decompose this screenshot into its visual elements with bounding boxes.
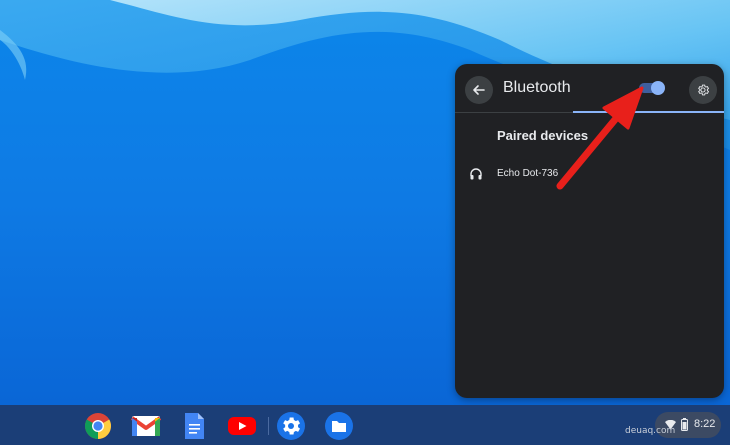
shelf-app-chrome[interactable] <box>82 412 114 440</box>
chrome-icon <box>84 413 112 439</box>
shelf-app-gmail[interactable] <box>130 412 162 440</box>
chromeos-desktop: Bluetooth Paired devices Echo Dot-736 8:… <box>0 0 730 445</box>
back-button[interactable] <box>465 76 493 104</box>
gear-icon <box>698 84 709 96</box>
files-icon <box>325 412 353 440</box>
watermark: deuaq.com <box>625 426 676 436</box>
arrow-left-icon <box>473 85 485 95</box>
shelf-app-youtube[interactable] <box>226 412 258 440</box>
docs-icon <box>185 413 204 439</box>
youtube-icon <box>228 417 256 435</box>
shelf-app-docs[interactable] <box>178 412 210 440</box>
shelf-app-settings[interactable] <box>275 412 307 440</box>
shelf-app-files[interactable] <box>323 412 355 440</box>
gmail-icon <box>131 416 161 436</box>
clock: 8:22 <box>694 418 716 430</box>
toggle-knob <box>651 81 665 95</box>
shelf: 8:22 <box>0 405 730 445</box>
headphones-icon <box>470 168 482 180</box>
annotation-arrow <box>556 86 644 190</box>
shelf-separator <box>268 417 269 435</box>
battery-icon <box>681 418 688 431</box>
bluetooth-settings-button[interactable] <box>689 76 717 104</box>
settings-icon <box>277 412 305 440</box>
